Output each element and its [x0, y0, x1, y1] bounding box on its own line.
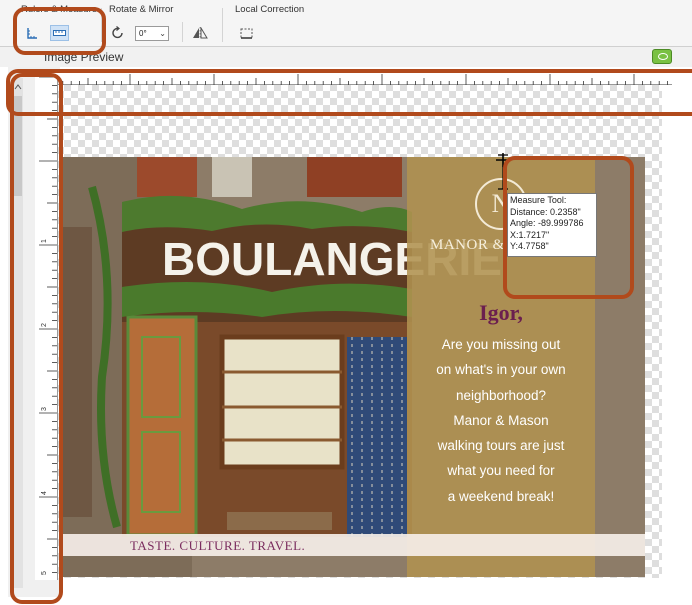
pitch-line: neighborhood?: [455, 387, 547, 403]
pitch-line: on what's in your own: [436, 362, 566, 378]
chevron-down-icon: ⌄: [159, 29, 166, 38]
highlight-vertical-ruler: [10, 73, 63, 604]
pitch-text-block: Are you missing out on what's in your ow…: [407, 332, 595, 509]
pitch-line: what you need for: [447, 463, 555, 479]
mirror-icon: [193, 27, 208, 39]
rotate-mirror-title: Rotate & Mirror: [109, 4, 174, 15]
highlight-measure-tooltip: [503, 156, 634, 299]
rotation-angle-value: 0°: [139, 29, 147, 38]
toolbar-divider: [182, 22, 183, 42]
pitch-line: Manor & Mason: [453, 412, 549, 428]
greeting-text: Igor,: [479, 300, 523, 325]
rotate-icon: [112, 26, 123, 39]
local-correction-title: Local Correction: [235, 4, 305, 15]
rotate-button[interactable]: [109, 25, 127, 41]
rotate-mirror-group: Rotate & Mirror 0° ⌄: [109, 0, 219, 46]
mirror-button[interactable]: [191, 25, 209, 41]
highlight-horizontal-ruler: [6, 69, 692, 116]
image-preview-header: Image Preview: [0, 47, 692, 67]
rotation-angle-select[interactable]: 0° ⌄: [135, 26, 169, 41]
pitch-line: Are you missing out: [441, 337, 561, 352]
local-correction-group: Local Correction: [235, 0, 335, 46]
tagline: TASTE. CULTURE. TRAVEL.: [130, 538, 306, 553]
pitch-line: walking tours are just: [437, 438, 565, 454]
preview-toggle-eye-icon[interactable]: [652, 49, 672, 64]
toolbar-divider: [222, 8, 223, 42]
highlight-rulers-measure: [13, 7, 106, 55]
local-correction-icon: [240, 28, 252, 39]
local-correction-button[interactable]: [237, 25, 255, 41]
brand-name: MANOR &: [430, 237, 505, 253]
pitch-line: a weekend break!: [447, 488, 555, 504]
